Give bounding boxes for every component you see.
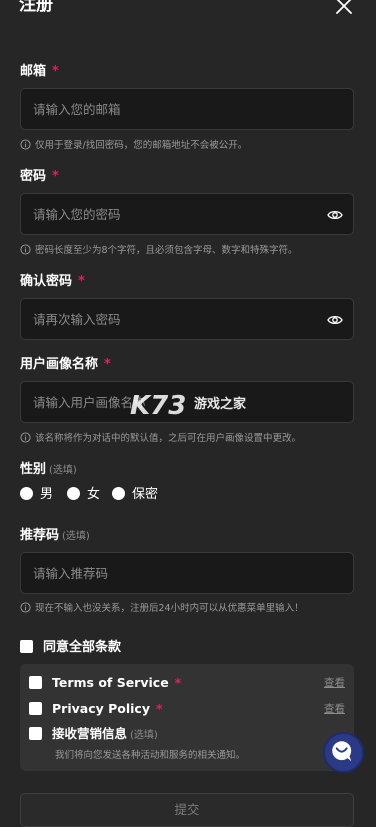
required-mark: *: [78, 274, 85, 289]
referral-label-text: 推荐码: [20, 528, 60, 543]
gender-option-label: 女: [87, 487, 101, 502]
referral-hint-text: 现在不输入也没关系，注册后24小时内可以从优惠菜单里输入！: [35, 603, 304, 614]
optional-tag: (选填): [130, 730, 158, 741]
chat-support-button[interactable]: [323, 732, 364, 773]
required-mark: *: [52, 169, 59, 184]
gender-option-male[interactable]: 男: [20, 486, 53, 504]
referral-field[interactable]: [20, 552, 354, 594]
radio-circle[interactable]: [20, 487, 33, 500]
referral-label: 推荐码 (选填): [20, 527, 90, 546]
persona-name-hint: 该名称将作为对话中的默认值，之后可在用户画像设置中更改。: [20, 432, 301, 445]
privacy-policy-item[interactable]: Privacy Policy *: [29, 700, 163, 718]
page-title: 注册: [19, 0, 53, 15]
persona-name-hint-text: 该名称将作为对话中的默认值，之后可在用户画像设置中更改。: [35, 433, 302, 444]
gender-option-label: 男: [40, 487, 54, 502]
view-terms-link[interactable]: 查看: [324, 674, 345, 692]
checkbox-box[interactable]: [20, 640, 33, 653]
info-icon: [20, 602, 31, 613]
persona-name-field[interactable]: [20, 381, 354, 423]
email-label: 邮箱 *: [20, 63, 59, 81]
confirm-password-field[interactable]: [20, 298, 354, 340]
gender-label-text: 性别: [20, 462, 47, 477]
checkbox-box[interactable]: [29, 676, 42, 689]
email-label-text: 邮箱: [20, 64, 47, 79]
required-mark: *: [174, 675, 182, 690]
close-icon[interactable]: [334, 0, 354, 16]
radio-circle[interactable]: [67, 487, 80, 500]
terms-of-service-item[interactable]: Terms of Service *: [29, 674, 181, 692]
email-input[interactable]: [21, 89, 353, 129]
info-icon: [20, 432, 31, 443]
persona-name-label-text: 用户画像名称: [20, 357, 99, 372]
gender-option-private[interactable]: 保密: [112, 486, 158, 504]
header: 注册: [0, 0, 376, 20]
password-field[interactable]: [20, 193, 354, 235]
marketing-item[interactable]: 接收营销信息 (选填): [29, 725, 158, 745]
radio-circle[interactable]: [112, 487, 125, 500]
terms-of-service-label: Terms of Service: [52, 675, 169, 690]
email-field[interactable]: [20, 88, 354, 130]
info-icon: [20, 244, 31, 255]
agree-all-checkbox[interactable]: 同意全部条款: [20, 639, 121, 657]
eye-icon[interactable]: [327, 207, 343, 223]
gender-label: 性别 (选填): [20, 461, 77, 480]
optional-tag: (选填): [49, 465, 77, 476]
password-input[interactable]: [21, 194, 353, 234]
referral-input[interactable]: [21, 553, 353, 593]
eye-icon[interactable]: [327, 312, 343, 328]
gender-option-label: 保密: [132, 487, 159, 502]
password-hint: 密码长度至少为8个字符，且必须包含字母、数字和特殊字符。: [20, 244, 298, 257]
email-hint: 仅用于登录/找回密码，您的邮箱地址不会被公开。: [20, 139, 247, 152]
marketing-label: 接收营销信息: [52, 726, 128, 741]
password-label-text: 密码: [20, 169, 47, 184]
agree-all-label: 同意全部条款: [43, 640, 122, 655]
submit-button[interactable]: 提交: [20, 793, 354, 827]
email-hint-text: 仅用于登录/找回密码，您的邮箱地址不会被公开。: [35, 140, 248, 151]
chat-icon: [332, 741, 352, 762]
checkbox-box[interactable]: [29, 727, 42, 740]
privacy-policy-label: Privacy Policy: [52, 701, 150, 716]
persona-name-input[interactable]: [21, 382, 353, 422]
password-label: 密码 *: [20, 168, 59, 186]
confirm-password-input[interactable]: [21, 299, 353, 339]
info-icon: [20, 139, 31, 150]
optional-tag: (选填): [62, 531, 90, 542]
marketing-description: 我们将向您发送各种活动和服务的相关通知。: [55, 750, 246, 761]
required-mark: *: [104, 357, 111, 372]
checkbox-box[interactable]: [29, 702, 42, 715]
password-hint-text: 密码长度至少为8个字符，且必须包含字母、数字和特殊字符。: [35, 245, 298, 256]
persona-name-label: 用户画像名称 *: [20, 356, 111, 374]
gender-option-female[interactable]: 女: [67, 486, 100, 504]
referral-hint: 现在不输入也没关系，注册后24小时内可以从优惠菜单里输入！: [20, 602, 304, 615]
terms-box: Terms of Service * 查看 Privacy Policy * 查看 …: [20, 664, 354, 771]
view-privacy-link[interactable]: 查看: [324, 700, 345, 718]
required-mark: *: [155, 701, 163, 716]
required-mark: *: [52, 64, 59, 79]
confirm-password-label: 确认密码 *: [20, 273, 85, 291]
confirm-password-label-text: 确认密码: [20, 274, 73, 289]
